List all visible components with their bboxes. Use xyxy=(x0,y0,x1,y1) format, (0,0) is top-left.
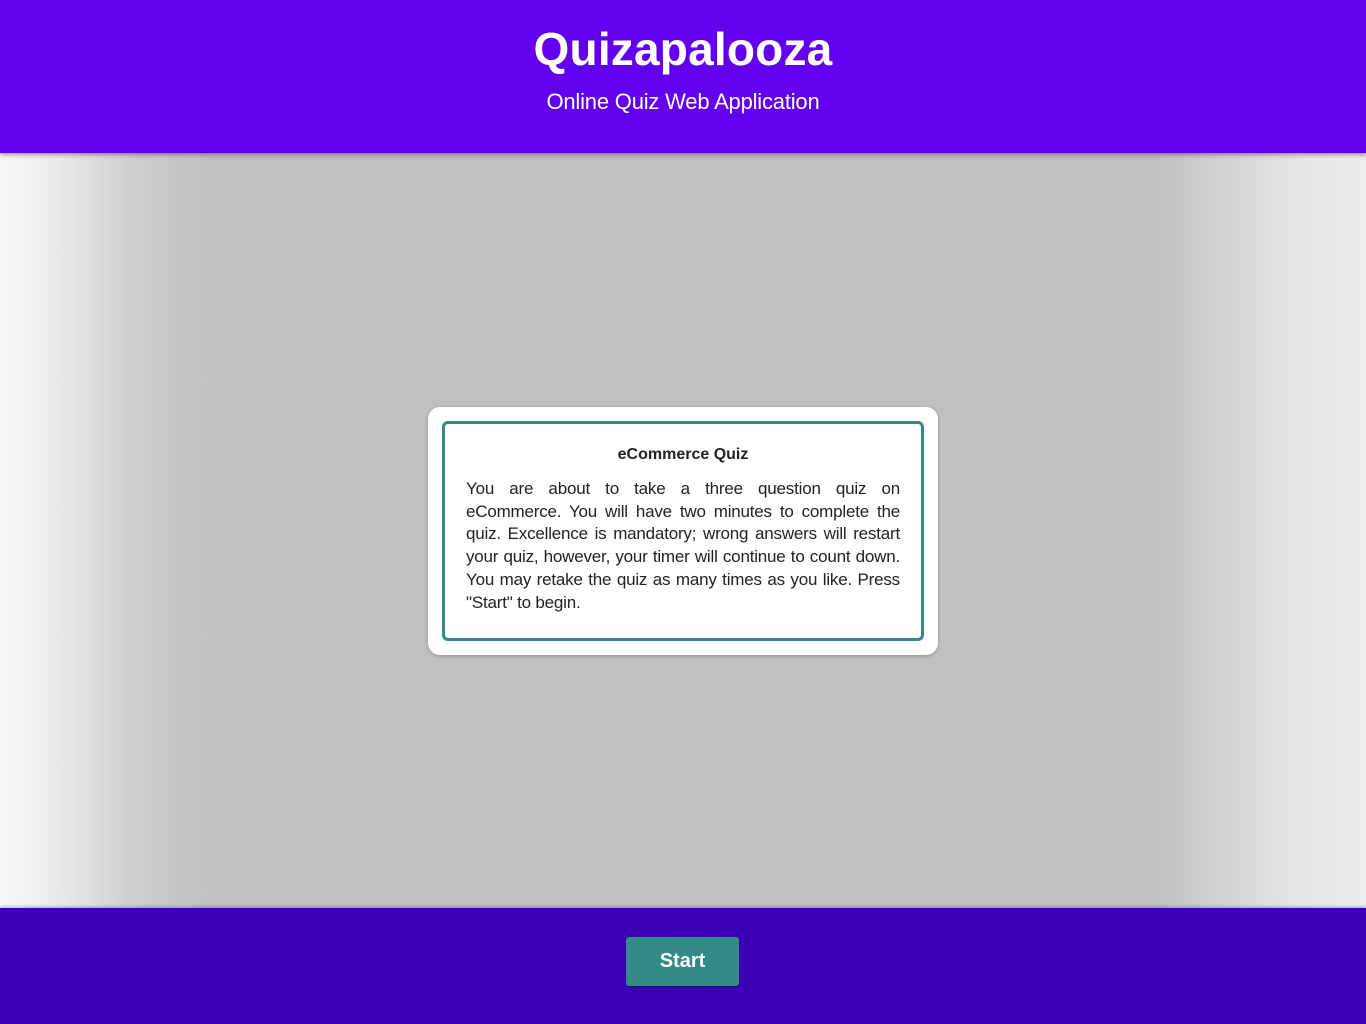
quiz-description: You are about to take a three question q… xyxy=(466,479,900,612)
app-header: Quizapalooza Online Quiz Web Application xyxy=(0,0,1366,153)
app-footer: Start xyxy=(0,908,1366,1024)
start-button[interactable]: Start xyxy=(626,937,739,986)
app-title: Quizapalooza xyxy=(533,23,833,75)
main-content: eCommerce Quiz You are about to take a t… xyxy=(0,153,1366,908)
app-subtitle: Online Quiz Web Application xyxy=(546,89,820,114)
quiz-title: eCommerce Quiz xyxy=(617,446,749,463)
quiz-intro-card: eCommerce Quiz You are about to take a t… xyxy=(428,407,938,655)
quiz-intro-card-inner: eCommerce Quiz You are about to take a t… xyxy=(442,421,924,641)
